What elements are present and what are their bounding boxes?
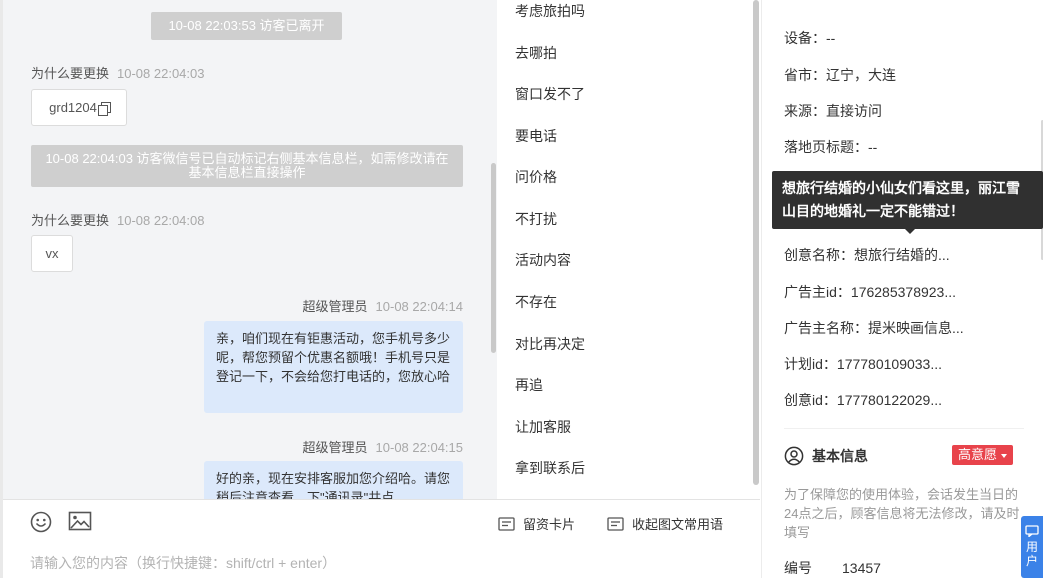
message-meta: 超级管理员 10-08 22:04:14 [303, 296, 463, 315]
phrases-icon [607, 516, 624, 531]
visitor-message-bubble[interactable]: grd1204 [31, 89, 127, 126]
info-row-creative-name[interactable]: 创意名称：想旅行结婚的... [784, 245, 950, 265]
info-row-device: 设备：-- [784, 28, 835, 48]
intent-level-dropdown[interactable]: 高意愿 [952, 445, 1014, 465]
image-icon[interactable] [68, 511, 92, 531]
quick-reply-scrollbar[interactable] [753, 0, 759, 485]
info-label: 创意id： [784, 392, 837, 408]
info-label: 编号 [784, 560, 812, 576]
system-message-visitor-left: 10-08 22:03:53 访客已离开 [151, 12, 342, 40]
quick-reply-item[interactable]: 不存在 [515, 292, 557, 312]
quick-reply-item[interactable]: 让加客服 [515, 417, 571, 437]
info-value: -- [868, 139, 878, 155]
message-text: 亲，咱们现在有钜惠活动，您手机号多少呢，帮您预留个优惠名额哦！手机号只是登记一下… [216, 331, 451, 384]
info-label: 省市： [784, 67, 826, 83]
quick-reply-panel: 考虑旅拍吗 去哪拍 窗口发不了 要电话 问价格 不打扰 活动内容 不存在 对比再… [497, 0, 760, 499]
quick-reply-item[interactable]: 考虑旅拍吗 [515, 1, 585, 21]
agent-message-bubble[interactable]: 亲，咱们现在有钜惠活动，您手机号多少呢，帮您预留个优惠名额哦！手机号只是登记一下… [204, 321, 463, 413]
user-panel-float-button[interactable]: 用户 [1021, 516, 1043, 578]
quick-reply-item[interactable]: 窗口发不了 [515, 84, 585, 104]
info-value: 177780122029... [836, 392, 943, 408]
info-value: 176285378923... [850, 284, 957, 300]
info-row-landing-title: 落地页标题：-- [784, 137, 877, 157]
info-label: 广告主id： [784, 284, 851, 300]
info-label: 广告主名称： [784, 320, 868, 336]
message-composer: 留资卡片 收起图文常用语 [3, 499, 760, 578]
quick-reply-item[interactable]: 对比再决定 [515, 334, 585, 354]
quick-reply-item[interactable]: 拿到联系后 [515, 458, 585, 478]
info-value: 辽宁，大连 [826, 67, 896, 83]
message-text: 好的亲，现在安排客服加您介绍哈。请您稍后注意查看，下"通讯录"共点 [216, 471, 451, 499]
edit-notice: 为了保障您的使用体验，会话发生当日的24点之后，顾客信息将无法修改，请及时填写 [784, 487, 1020, 540]
info-value: 177780109033... [836, 356, 943, 372]
info-row-advertiser-name[interactable]: 广告主名称：提米映画信息... [784, 318, 964, 338]
collapse-phrases-button[interactable]: 收起图文常用语 [607, 514, 723, 533]
info-label: 设备： [784, 30, 826, 46]
quick-reply-item[interactable]: 不打扰 [515, 209, 557, 229]
info-label: 计划id： [784, 356, 837, 372]
info-value: 直接访问 [826, 103, 882, 119]
message-text: vx [45, 246, 59, 261]
message-time: 10-08 22:04:15 [375, 440, 463, 455]
message-sender: 超级管理员 [302, 440, 368, 455]
info-label: 落地页标题： [784, 139, 868, 155]
emoji-icon[interactable] [30, 511, 52, 533]
quick-reply-item[interactable]: 要电话 [515, 126, 557, 146]
collapse-phrases-label: 收起图文常用语 [632, 517, 724, 532]
info-row-source: 来源：直接访问 [784, 101, 882, 121]
basic-info-title: 基本信息 [812, 448, 868, 464]
caret-down-icon [1001, 453, 1008, 458]
info-label: 创意名称： [784, 247, 854, 263]
message-sender: 超级管理员 [302, 299, 368, 314]
message-meta: 超级管理员 10-08 22:04:15 [303, 437, 463, 456]
section-divider [784, 428, 1024, 429]
message-input[interactable] [30, 553, 730, 573]
info-row-plan-id[interactable]: 计划id：177780109033... [784, 354, 942, 374]
info-row-city: 省市：辽宁，大连 [784, 65, 896, 85]
chat-icon [1025, 525, 1039, 537]
message-sender: 为什么要更换 [31, 66, 110, 81]
lead-card-label: 留资卡片 [523, 517, 576, 532]
chat-scrollbar[interactable] [491, 163, 496, 353]
intent-level-label: 高意愿 [958, 447, 998, 462]
message-time: 10-08 22:04:14 [375, 299, 463, 314]
info-row-creative-id[interactable]: 创意id：177780122029... [784, 390, 942, 410]
copy-icon[interactable] [97, 101, 111, 116]
message-meta: 为什么要更换 10-08 22:04:03 [31, 63, 204, 82]
card-icon [498, 516, 515, 531]
visitor-info-panel: 设备：-- 省市：辽宁，大连 来源：直接访问 落地页标题：-- 创意名称：想旅行… [761, 0, 1043, 578]
message-sender: 为什么要更换 [31, 213, 110, 228]
info-row-visitor-id: 编号 13457 [784, 558, 881, 578]
message-text: grd1204 [49, 100, 97, 115]
quick-reply-item[interactable]: 活动内容 [515, 250, 571, 270]
user-circle-icon [784, 446, 804, 466]
agent-message-bubble[interactable]: 好的亲，现在安排客服加您介绍哈。请您稍后注意查看，下"通讯录"共点 [204, 461, 463, 499]
quick-reply-item[interactable]: 去哪拍 [515, 43, 557, 63]
float-button-label: 用户 [1025, 540, 1038, 568]
quick-reply-item[interactable]: 问价格 [515, 167, 557, 187]
message-time: 10-08 22:04:08 [117, 213, 205, 228]
info-value: 想旅行结婚的... [854, 247, 950, 263]
info-row-advertiser-id[interactable]: 广告主id：176285378923... [784, 282, 956, 302]
message-meta: 为什么要更换 10-08 22:04:08 [31, 210, 204, 229]
message-time: 10-08 22:04:03 [117, 66, 205, 81]
creative-name-tooltip: 想旅行结婚的小仙女们看这里，丽江雪山目的地婚礼一定不能错过！ [772, 171, 1043, 234]
system-message-wechat-marked: 10-08 22:04:03 访客微信号已自动标记右侧基本信息栏，如需修改请在基… [31, 145, 463, 187]
chat-panel: 10-08 22:03:53 访客已离开 为什么要更换 10-08 22:04:0… [3, 0, 497, 499]
visitor-message-bubble[interactable]: vx [31, 235, 73, 272]
basic-info-header: 基本信息 [784, 446, 868, 466]
info-value: -- [826, 30, 836, 46]
info-label: 来源： [784, 103, 826, 119]
quick-reply-item[interactable]: 再追 [515, 375, 543, 395]
lead-card-button[interactable]: 留资卡片 [498, 514, 575, 533]
info-value: 提米映画信息... [868, 320, 964, 336]
info-value: 13457 [842, 560, 881, 576]
